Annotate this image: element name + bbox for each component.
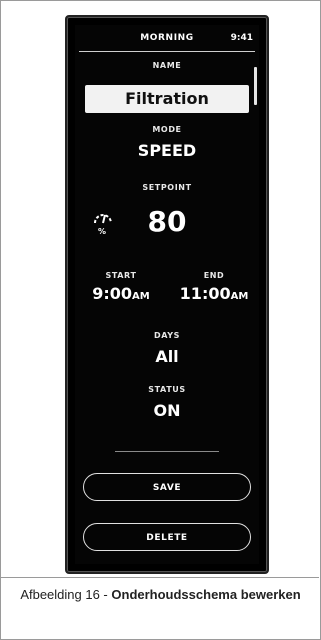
- device-bezel: MORNING 9:41 NAME Filtration MODE SPEED …: [65, 15, 269, 574]
- days-value[interactable]: All: [75, 347, 259, 366]
- header-divider: [79, 51, 255, 52]
- caption-prefix: Afbeelding 16 -: [20, 587, 112, 602]
- scrollbar[interactable]: [254, 67, 257, 105]
- name-label: NAME: [152, 61, 182, 70]
- figure-caption: Afbeelding 16 - Onderhoudsschema bewerke…: [0, 585, 321, 605]
- clock-time: 9:41: [230, 33, 253, 43]
- setpoint-value[interactable]: 80: [75, 205, 259, 238]
- delete-button[interactable]: DELETE: [83, 523, 251, 551]
- end-label: END: [203, 271, 225, 280]
- screen-header: MORNING 9:41: [75, 25, 259, 49]
- start-column[interactable]: START 9:00AM: [81, 271, 161, 303]
- end-time: 11:00AM: [179, 284, 249, 303]
- status-value[interactable]: ON: [75, 401, 259, 420]
- status-label: STATUS: [148, 385, 186, 394]
- device-screen: MORNING 9:41 NAME Filtration MODE SPEED …: [75, 25, 259, 564]
- start-label: START: [105, 271, 137, 280]
- start-time: 9:00AM: [92, 284, 150, 303]
- caption-divider: [0, 577, 319, 578]
- days-label: DAYS: [153, 331, 181, 340]
- caption-title: Onderhoudsschema bewerken: [111, 587, 301, 602]
- end-column[interactable]: END 11:00AM: [173, 271, 255, 303]
- mode-label: MODE: [152, 125, 182, 134]
- content-divider: [115, 451, 219, 452]
- setpoint-label: SETPOINT: [142, 183, 192, 192]
- name-field[interactable]: Filtration: [85, 85, 249, 113]
- save-button[interactable]: SAVE: [83, 473, 251, 501]
- mode-value[interactable]: SPEED: [75, 141, 259, 160]
